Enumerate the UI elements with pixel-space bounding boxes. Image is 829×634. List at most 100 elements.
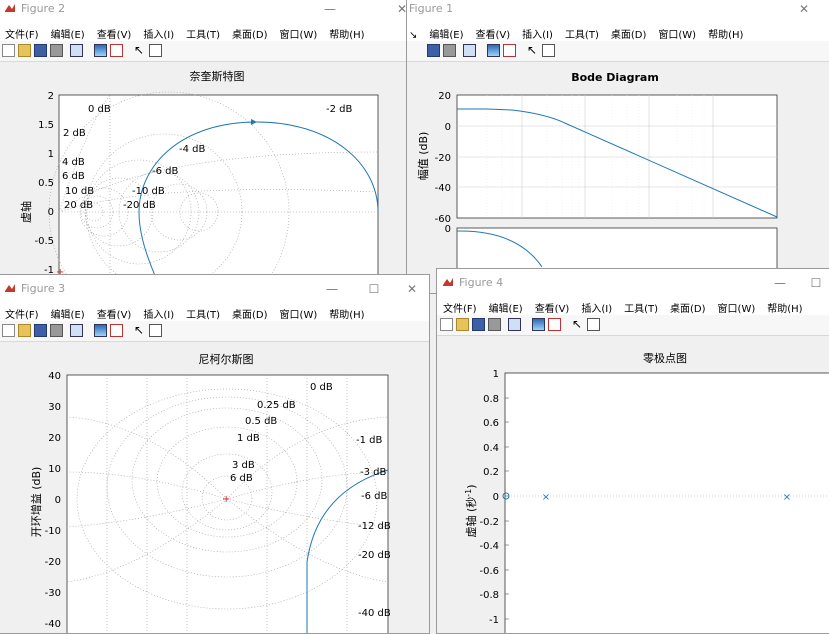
title-bar[interactable]: Figure 3 — ☐ ✕ xyxy=(0,275,429,303)
colorbar-icon[interactable] xyxy=(94,324,107,337)
menu-file[interactable]: 文件(F) xyxy=(443,300,477,315)
ytick: 2 xyxy=(48,91,54,102)
menu-insert[interactable]: 插入(I) xyxy=(581,300,612,315)
menu-window[interactable]: 窗口(W) xyxy=(280,26,318,41)
link-plot-icon[interactable] xyxy=(70,324,83,337)
menu-tools[interactable]: 工具(T) xyxy=(186,26,220,41)
ytick: 40 xyxy=(48,371,61,382)
ytick: -40 xyxy=(435,183,451,194)
menu-bar: 文件(F) 编辑(E) 查看(V) 插入(I) 工具(T) 桌面(D) 窗口(W) 帮助(H) xyxy=(437,297,829,315)
new-file-icon[interactable] xyxy=(2,324,15,337)
new-file-icon[interactable] xyxy=(440,318,453,331)
menu-edit[interactable]: 编辑(E) xyxy=(429,26,463,41)
critical-point-marker: + xyxy=(222,494,230,505)
menu-help[interactable]: 帮助(H) xyxy=(329,26,364,41)
maximize-button[interactable]: ☐ xyxy=(803,273,829,293)
menu-tools[interactable]: 工具(T) xyxy=(186,306,220,321)
close-button[interactable]: ✕ xyxy=(399,279,425,299)
property-editor-icon[interactable] xyxy=(542,44,555,57)
nichols-plot: 尼柯尔斯图 + 40 30 20 10 0 -10 -20 -30 -40 开环… xyxy=(29,353,391,633)
close-button[interactable]: ✕ xyxy=(791,0,817,19)
save-icon[interactable] xyxy=(34,44,47,57)
menu-file[interactable]: 文件(F) xyxy=(5,306,39,321)
print-icon[interactable] xyxy=(488,318,501,331)
property-editor-icon[interactable] xyxy=(149,44,162,57)
pointer-icon[interactable]: ↖ xyxy=(134,44,147,57)
menu-insert[interactable]: 插入(I) xyxy=(143,306,174,321)
colorbar-icon[interactable] xyxy=(487,44,500,57)
ytick: 0.8 xyxy=(483,394,499,405)
db-label: -10 dB xyxy=(132,186,165,197)
figure-area: 奈奎斯特图 + 2 1.5 1 0.5 0 -0.5 -1 虚轴 0 dB -2… xyxy=(0,62,417,281)
menu-edit[interactable]: 编辑(E) xyxy=(489,300,523,315)
menu-desktop[interactable]: 桌面(D) xyxy=(232,26,268,41)
menu-view[interactable]: 查看(V) xyxy=(97,306,132,321)
menu-tools[interactable]: 工具(T) xyxy=(565,26,599,41)
pointer-icon[interactable]: ↖ xyxy=(134,324,147,337)
menu-window[interactable]: 窗口(W) xyxy=(718,300,756,315)
ytick: 1 xyxy=(493,369,499,380)
open-folder-icon[interactable] xyxy=(18,44,31,57)
link-plot-icon[interactable] xyxy=(463,44,476,57)
new-file-icon[interactable] xyxy=(2,44,15,57)
title-bar[interactable]: Figure 2 — ✕ xyxy=(0,0,417,23)
y-axis-label: 开环增益 (dB) xyxy=(29,467,43,538)
open-folder-icon[interactable] xyxy=(456,318,469,331)
print-icon[interactable] xyxy=(50,324,63,337)
open-folder-icon[interactable] xyxy=(18,324,31,337)
property-editor-icon[interactable] xyxy=(149,324,162,337)
menu-help[interactable]: 帮助(H) xyxy=(708,26,743,41)
colorbar-icon[interactable] xyxy=(532,318,545,331)
db-label: -6 dB xyxy=(152,166,178,177)
ytick: -0.5 xyxy=(34,236,54,247)
minimize-button[interactable]: — xyxy=(317,0,343,19)
menu-edit[interactable]: 编辑(E) xyxy=(51,306,85,321)
menu-desktop[interactable]: 桌面(D) xyxy=(611,26,647,41)
figure-3-window[interactable]: Figure 3 — ☐ ✕ 文件(F) 编辑(E) 查看(V) 插入(I) 工具(T)… xyxy=(0,274,430,634)
legend-icon[interactable] xyxy=(503,44,516,57)
colorbar-icon[interactable] xyxy=(94,44,107,57)
menu-help[interactable]: 帮助(H) xyxy=(329,306,364,321)
db-label: -4 dB xyxy=(179,144,205,155)
pointer-icon[interactable]: ↖ xyxy=(572,318,585,331)
link-plot-icon[interactable] xyxy=(508,318,521,331)
legend-icon[interactable] xyxy=(110,44,123,57)
db-label: -2 dB xyxy=(326,104,352,115)
menu-edit[interactable]: 编辑(E) xyxy=(51,26,85,41)
pointer-icon[interactable]: ↖ xyxy=(527,44,540,57)
menu-view[interactable]: 查看(V) xyxy=(476,26,511,41)
maximize-button[interactable]: ☐ xyxy=(361,279,387,299)
figure-1-window[interactable]: Figure 1 ✕ ↘ 编辑(E) 查看(V) 插入(I) 工具(T) 桌面(D) 窗口(… xyxy=(406,0,829,294)
property-editor-icon[interactable] xyxy=(587,318,600,331)
menu-window[interactable]: 窗口(W) xyxy=(280,306,318,321)
axes-box xyxy=(504,372,829,633)
menu-help[interactable]: 帮助(H) xyxy=(767,300,802,315)
menu-arrow-icon[interactable]: ↘ xyxy=(409,30,417,41)
menu-insert[interactable]: 插入(I) xyxy=(143,26,174,41)
print-icon[interactable] xyxy=(443,44,456,57)
minimize-button[interactable]: — xyxy=(319,279,345,299)
menu-desktop[interactable]: 桌面(D) xyxy=(232,306,268,321)
title-bar[interactable]: Figure 4 — ☐ xyxy=(437,269,829,297)
title-bar[interactable]: Figure 1 ✕ xyxy=(407,0,829,23)
legend-icon[interactable] xyxy=(110,324,123,337)
print-icon[interactable] xyxy=(50,44,63,57)
db-label: -20 dB xyxy=(123,200,156,211)
menu-desktop[interactable]: 桌面(D) xyxy=(670,300,706,315)
minimize-button[interactable]: — xyxy=(767,273,793,293)
ytick: -10 xyxy=(45,526,61,537)
contour-label: -20 dB xyxy=(358,550,391,561)
menu-insert[interactable]: 插入(I) xyxy=(522,26,553,41)
save-icon[interactable] xyxy=(34,324,47,337)
save-icon[interactable] xyxy=(427,44,440,57)
menu-view[interactable]: 查看(V) xyxy=(535,300,570,315)
figure-2-window[interactable]: Figure 2 — ✕ 文件(F) 编辑(E) 查看(V) 插入(I) 工具(T) 桌面… xyxy=(0,0,418,282)
menu-tools[interactable]: 工具(T) xyxy=(624,300,658,315)
save-icon[interactable] xyxy=(472,318,485,331)
menu-view[interactable]: 查看(V) xyxy=(97,26,132,41)
menu-window[interactable]: 窗口(W) xyxy=(658,26,696,41)
link-plot-icon[interactable] xyxy=(70,44,83,57)
legend-icon[interactable] xyxy=(548,318,561,331)
menu-file[interactable]: 文件(F) xyxy=(5,26,39,41)
figure-4-window[interactable]: Figure 4 — ☐ 文件(F) 编辑(E) 查看(V) 插入(I) 工具(T) 桌面… xyxy=(436,268,829,634)
